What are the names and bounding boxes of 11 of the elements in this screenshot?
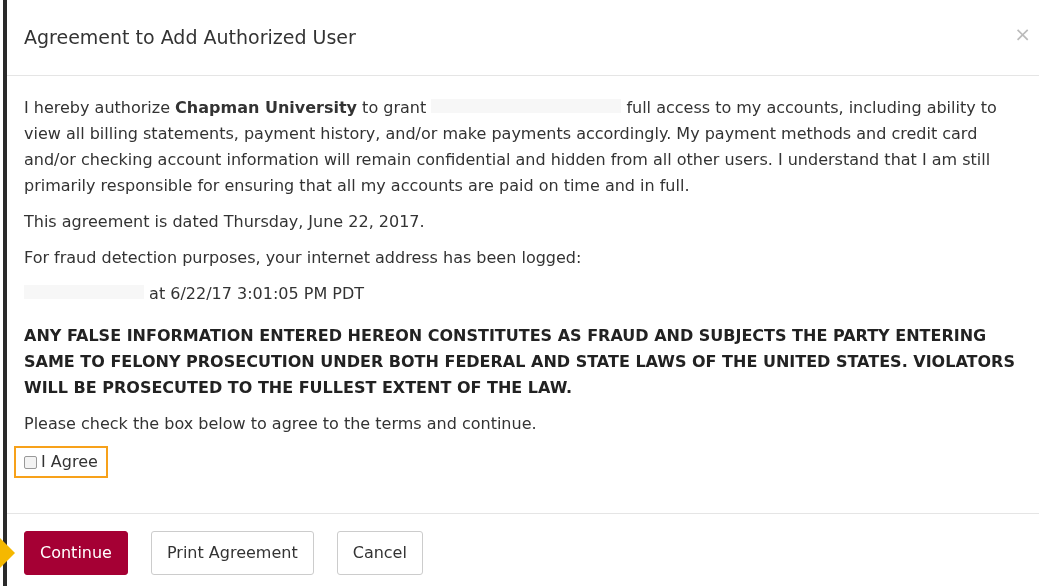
button[interactable]: Print Agreement	[150, 531, 314, 575]
paragraph: For fraud detection purposes, your internet address has been logged:	[24, 247, 583, 269]
paragraph: This agreement is dated Thursday, June 22, 2017.	[24, 211, 426, 233]
paragraph: at 6/22/17 3:01:05 PM PDT	[24, 281, 1029, 307]
button[interactable]: Cancel	[336, 531, 423, 575]
paragraph: Please check the box below to agree to the terms and continue.	[24, 413, 538, 435]
agree-checkbox[interactable]: I Agree	[14, 446, 108, 478]
dialog-title: Agreement to Add Authorized User	[24, 25, 356, 51]
warning-text: ANY FALSE INFORMATION ENTERED HEREON CONSTITUTES AS FRAUD AND SUBJECTS THE PARTY ENTERING SAME TO FELONY PROSECUTION UNDER BOTH FEDERAL AND STATE LAWS OF THE UNITED STATES. VIOLATORS WILL BE PROSECUTED TO THE FULLEST EXTENT OF THE LAW.	[24, 325, 1016, 399]
paragraph: I hereby authorize Chapman University to grant full access to my accounts, including ability to view all billing statements, payment history, and/or make payments accordingly. My payment methods and credit card and/or checking account information will remain confidential and hidden from all other users. I understand that I am still primarily responsible for ensuring that all my accounts are paid on time and in full.	[24, 97, 998, 197]
continue-button[interactable]: Continue	[24, 531, 128, 575]
